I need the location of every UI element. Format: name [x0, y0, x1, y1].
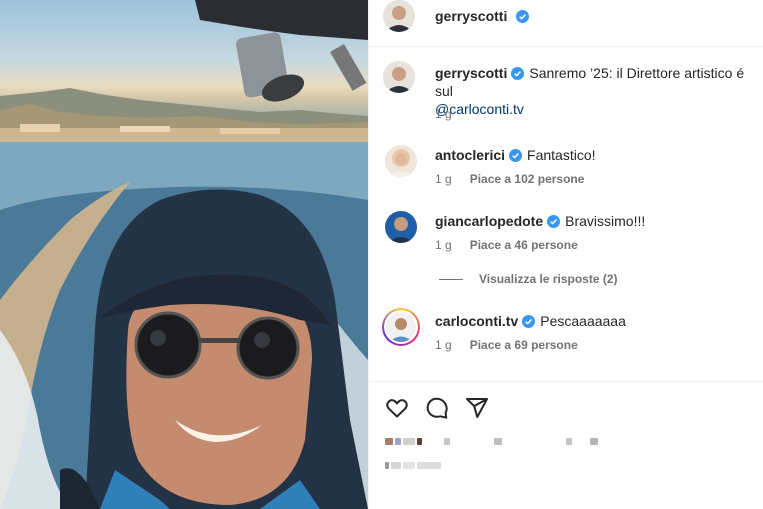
comment-text: Bravissimo!!!	[565, 213, 646, 229]
heart-icon[interactable]	[385, 396, 409, 420]
comment-avatar	[386, 312, 416, 342]
comment-username[interactable]: giancarlopedote	[435, 213, 543, 229]
author-avatar[interactable]	[383, 0, 415, 32]
comment-bubble-icon[interactable]	[425, 396, 449, 420]
post-side-panel: gerryscotti gerryscotti Sanremo ’25: il D…	[369, 0, 763, 509]
comment-username[interactable]: antoclerici	[435, 147, 505, 163]
selfie-boat-image	[0, 0, 368, 509]
comment-meta: 1 g Piace a 102 persone	[435, 172, 584, 186]
verified-badge-icon	[509, 149, 523, 162]
comment-row: antoclerici Fantastico!	[435, 146, 761, 164]
comment-likes[interactable]: Piace a 69 persone	[470, 338, 578, 352]
comment-time[interactable]: 1 g	[435, 238, 452, 252]
comment-time[interactable]: 1 g	[435, 172, 452, 186]
comment-row: carloconti.tv Pescaaaaaaa	[435, 312, 761, 330]
view-replies-button[interactable]: Visualizza le risposte (2)	[439, 272, 618, 286]
replies-line	[439, 279, 463, 281]
comment-avatar[interactable]	[385, 211, 417, 243]
comment-text: Pescaaaaaaa	[540, 313, 626, 329]
comment-username[interactable]: carloconti.tv	[435, 313, 518, 329]
post-header: gerryscotti	[435, 8, 529, 26]
caption-meta: 1 g	[435, 107, 452, 121]
caption-time[interactable]: 1 g	[435, 107, 452, 121]
story-ring[interactable]	[382, 308, 420, 346]
comment-avatar[interactable]	[385, 145, 417, 177]
likes-summary-blurred	[385, 438, 598, 445]
comment-row: giancarlopedote Bravissimo!!!	[435, 212, 761, 230]
paper-plane-icon[interactable]	[465, 396, 489, 420]
view-replies-label: Visualizza le risposte (2)	[479, 272, 618, 286]
actions-divider	[369, 381, 763, 382]
post-photo	[0, 0, 368, 509]
verified-badge-icon	[511, 67, 525, 80]
verified-badge-icon	[515, 10, 529, 23]
verified-badge-icon	[522, 315, 536, 328]
comment-likes[interactable]: Piace a 46 persone	[470, 238, 578, 252]
comment-meta: 1 g Piace a 46 persone	[435, 238, 578, 252]
comment-likes[interactable]: Piace a 102 persone	[470, 172, 585, 186]
verified-badge-icon	[547, 215, 561, 228]
post-date-blurred	[385, 462, 441, 469]
caption-avatar[interactable]	[383, 61, 415, 93]
caption-username[interactable]: gerryscotti	[435, 65, 507, 81]
comment-meta: 1 g Piace a 69 persone	[435, 338, 578, 352]
header-divider	[369, 46, 763, 47]
author-username[interactable]: gerryscotti	[435, 8, 507, 24]
comment-time[interactable]: 1 g	[435, 338, 452, 352]
comment-text: Fantastico!	[527, 147, 596, 163]
caption: gerryscotti Sanremo ’25: il Direttore art…	[435, 64, 761, 118]
